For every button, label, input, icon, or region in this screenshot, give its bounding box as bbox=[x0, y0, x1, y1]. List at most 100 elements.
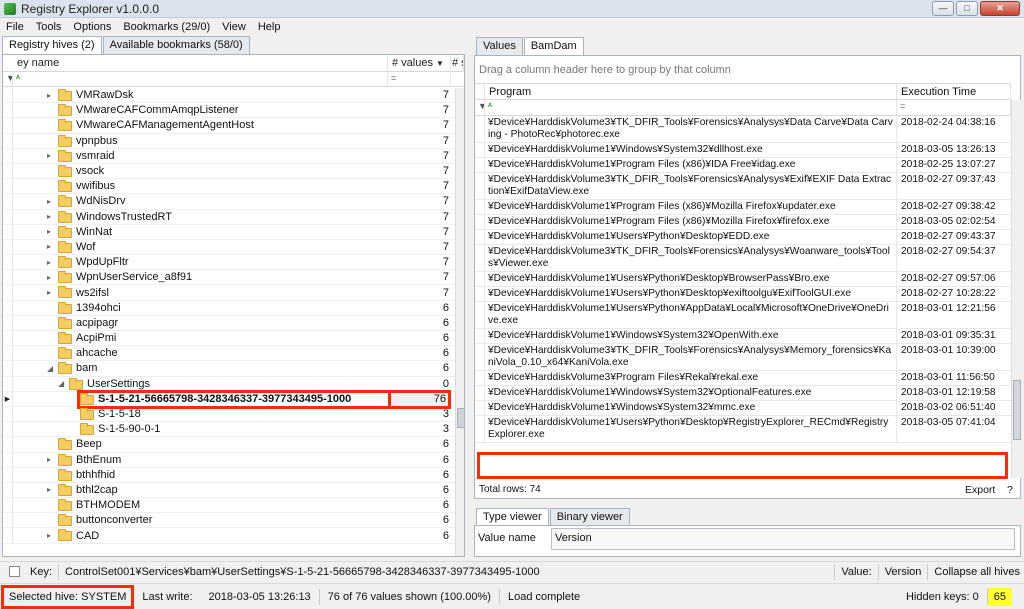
tab-values[interactable]: Values bbox=[476, 37, 523, 55]
tree-row[interactable]: ▸ WdNisDrv 7 bbox=[3, 194, 455, 210]
expand-toggle-icon[interactable]: ◢ bbox=[58, 379, 64, 388]
expand-toggle-icon[interactable]: ▸ bbox=[47, 151, 51, 160]
value-name-field[interactable]: Version bbox=[551, 528, 1015, 550]
table-row[interactable]: ¥Device¥HarddiskVolume1¥Program Files (x… bbox=[475, 215, 1011, 230]
col-values[interactable]: # values ▼ bbox=[388, 55, 451, 72]
tree-row[interactable]: ▸ Wof 7 bbox=[3, 239, 455, 256]
tree-row[interactable]: vwifibus 7 bbox=[3, 179, 455, 195]
table-row[interactable]: ¥Device¥HarddiskVolume1¥Users¥Python¥Des… bbox=[475, 416, 1011, 443]
tree-row[interactable]: ◢ bam 6 bbox=[3, 361, 455, 377]
table-row[interactable]: ¥Device¥HarddiskVolume1¥Program Files (x… bbox=[475, 158, 1011, 173]
scroll-thumb[interactable] bbox=[1013, 380, 1021, 440]
tree-row[interactable]: BTHMODEM 6 bbox=[3, 498, 455, 514]
tab-binary-viewer[interactable]: Binary viewer bbox=[549, 508, 630, 526]
key-checkbox[interactable] bbox=[9, 566, 20, 577]
tab-available-bookmarks[interactable]: Available bookmarks (58/0) bbox=[102, 36, 250, 54]
tree-row[interactable]: S-1-5-90-0-1 3 bbox=[3, 422, 455, 438]
menu-help[interactable]: Help bbox=[252, 21, 287, 33]
tree-row[interactable]: ahcache 6 bbox=[3, 346, 455, 362]
group-by-hint[interactable]: Drag a column header here to group by th… bbox=[479, 64, 731, 76]
table-row[interactable]: ¥Device¥HarddiskVolume1¥Windows¥System32… bbox=[475, 401, 1011, 416]
expand-toggle-icon[interactable]: ▸ bbox=[47, 212, 51, 221]
col-execution-time[interactable]: Execution Time bbox=[897, 84, 1011, 100]
tree-row[interactable]: buttonconverter 6 bbox=[3, 513, 455, 529]
tree-row[interactable]: ▸ BthEnum 6 bbox=[3, 452, 455, 468]
col-key-name[interactable]: ey name bbox=[3, 55, 388, 72]
menu-options[interactable]: Options bbox=[67, 21, 117, 33]
tree-row[interactable]: ▸ WinNat 7 bbox=[3, 224, 455, 240]
tree-row[interactable]: ▸ WpnUserService_a8f91 7 bbox=[3, 270, 455, 286]
values-filter-input[interactable]: = bbox=[388, 72, 451, 87]
expand-toggle-icon[interactable]: ▸ bbox=[47, 455, 51, 464]
row-indicator bbox=[475, 302, 485, 328]
tree-vertical-scrollbar[interactable] bbox=[455, 88, 464, 556]
scroll-thumb[interactable] bbox=[457, 408, 464, 428]
expand-toggle-icon[interactable]: ▸ bbox=[47, 91, 51, 100]
tree-row[interactable]: ▸ WpdUpFltr 7 bbox=[3, 255, 455, 271]
tree-row[interactable]: ▸ VMRawDsk 7 bbox=[3, 88, 455, 104]
table-row[interactable]: ¥Device¥HarddiskVolume1¥Users¥Python¥Des… bbox=[475, 272, 1011, 287]
time-filter-input[interactable]: = bbox=[897, 100, 1011, 115]
tree-row[interactable]: ▸ CAD 6 bbox=[3, 528, 455, 544]
tree-row[interactable]: bthhfhid 6 bbox=[3, 467, 455, 483]
menu-file[interactable]: File bbox=[0, 21, 30, 33]
col-extra[interactable]: # s bbox=[451, 55, 464, 72]
tree-row[interactable]: acpipagr 6 bbox=[3, 315, 455, 331]
table-row[interactable]: ¥Device¥HarddiskVolume1¥Windows¥System32… bbox=[475, 143, 1011, 158]
table-row[interactable]: ¥Device¥HarddiskVolume3¥Program Files¥Re… bbox=[475, 371, 1011, 386]
expand-toggle-icon[interactable]: ▸ bbox=[47, 288, 51, 297]
col-program[interactable]: Program bbox=[485, 84, 897, 100]
table-row[interactable]: ¥Device¥HarddiskVolume3¥TK_DFIR_Tools¥Fo… bbox=[475, 173, 1011, 200]
key-name-filter-input[interactable]: ᴬ bbox=[13, 72, 388, 87]
table-row[interactable]: ¥Device¥HarddiskVolume1¥Users¥Python¥App… bbox=[475, 302, 1011, 329]
tree-row[interactable]: 1394ohci 6 bbox=[3, 300, 455, 316]
grid-vertical-scrollbar[interactable] bbox=[1011, 100, 1021, 478]
table-row[interactable]: ¥Device¥HarddiskVolume3¥TK_DFIR_Tools¥Fo… bbox=[475, 116, 1011, 143]
table-row[interactable]: ¥Device¥HarddiskVolume3¥TK_DFIR_Tools¥Fo… bbox=[475, 344, 1011, 371]
expand-toggle-icon[interactable]: ▸ bbox=[47, 242, 51, 251]
program-cell: ¥Device¥HarddiskVolume3¥TK_DFIR_Tools¥Fo… bbox=[485, 344, 897, 370]
expand-toggle-icon[interactable]: ▸ bbox=[47, 485, 51, 494]
tab-bamdam[interactable]: BamDam bbox=[523, 37, 584, 55]
tree-row[interactable]: S-1-5-18 3 bbox=[3, 406, 455, 423]
tree-row[interactable]: ▶ S-1-5-21-56665798-3428346337-3977343495… bbox=[3, 389, 455, 409]
tree-row[interactable]: Beep 6 bbox=[3, 437, 455, 453]
tab-type-viewer[interactable]: Type viewer bbox=[476, 508, 549, 526]
expand-toggle-icon[interactable]: ▸ bbox=[47, 227, 51, 236]
expand-toggle-icon[interactable]: ▸ bbox=[47, 531, 51, 540]
menu-view[interactable]: View bbox=[216, 21, 252, 33]
tree-row[interactable]: ▸ ws2ifsl 7 bbox=[3, 285, 455, 301]
filter-funnel-icon[interactable]: ▼ bbox=[3, 72, 13, 87]
minimize-button[interactable]: — bbox=[932, 1, 954, 16]
maximize-button[interactable]: □ bbox=[956, 1, 978, 16]
tab-registry-hives[interactable]: Registry hives (2) bbox=[2, 36, 102, 54]
help-button[interactable]: ? bbox=[1007, 484, 1013, 496]
expand-toggle-icon[interactable]: ▸ bbox=[47, 197, 51, 206]
tree-row[interactable]: vsock 7 bbox=[3, 163, 455, 180]
menu-tools[interactable]: Tools bbox=[30, 21, 68, 33]
tree-row[interactable]: ▸ WindowsTrustedRT 7 bbox=[3, 209, 455, 225]
execution-time-cell: 2018-03-05 07:41:04 bbox=[901, 417, 996, 428]
table-row[interactable]: ¥Device¥HarddiskVolume1¥Users¥Python¥Des… bbox=[475, 230, 1011, 245]
filter-funnel-icon[interactable]: ▼ bbox=[436, 59, 444, 68]
collapse-all-hives-button[interactable]: Collapse all hives bbox=[934, 566, 1020, 578]
menu-bookmarks[interactable]: Bookmarks (29/0) bbox=[117, 21, 216, 33]
table-row[interactable]: ¥Device¥HarddiskVolume1¥Program Files (x… bbox=[475, 200, 1011, 215]
table-row[interactable]: ¥Device¥HarddiskVolume1¥Windows¥System32… bbox=[475, 386, 1011, 401]
export-button[interactable]: Export bbox=[965, 484, 995, 496]
tree-row[interactable]: ▸ vsmraid 7 bbox=[3, 148, 455, 164]
table-row[interactable]: ¥Device¥HarddiskVolume3¥TK_DFIR_Tools¥Fo… bbox=[475, 245, 1011, 272]
tree-row[interactable]: VMwareCAFCommAmqpListener 7 bbox=[3, 103, 455, 119]
close-button[interactable]: ✕ bbox=[980, 1, 1020, 16]
expand-toggle-icon[interactable]: ▸ bbox=[47, 258, 51, 267]
filter-funnel-icon[interactable]: ▼ bbox=[475, 100, 485, 115]
tree-row[interactable]: VMwareCAFManagementAgentHost 7 bbox=[3, 118, 455, 134]
tree-row[interactable]: AcpiPmi 6 bbox=[3, 331, 455, 347]
table-row[interactable]: ¥Device¥HarddiskVolume1¥Users¥Python¥Des… bbox=[475, 287, 1011, 302]
tree-row[interactable]: ▸ bthl2cap 6 bbox=[3, 482, 455, 499]
table-row[interactable]: ¥Device¥HarddiskVolume1¥Windows¥System32… bbox=[475, 329, 1011, 344]
expand-toggle-icon[interactable]: ◢ bbox=[47, 364, 53, 373]
program-filter-input[interactable]: ᴬ bbox=[485, 100, 897, 115]
tree-row[interactable]: vpnpbus 7 bbox=[3, 133, 455, 149]
expand-toggle-icon[interactable]: ▸ bbox=[47, 273, 51, 282]
